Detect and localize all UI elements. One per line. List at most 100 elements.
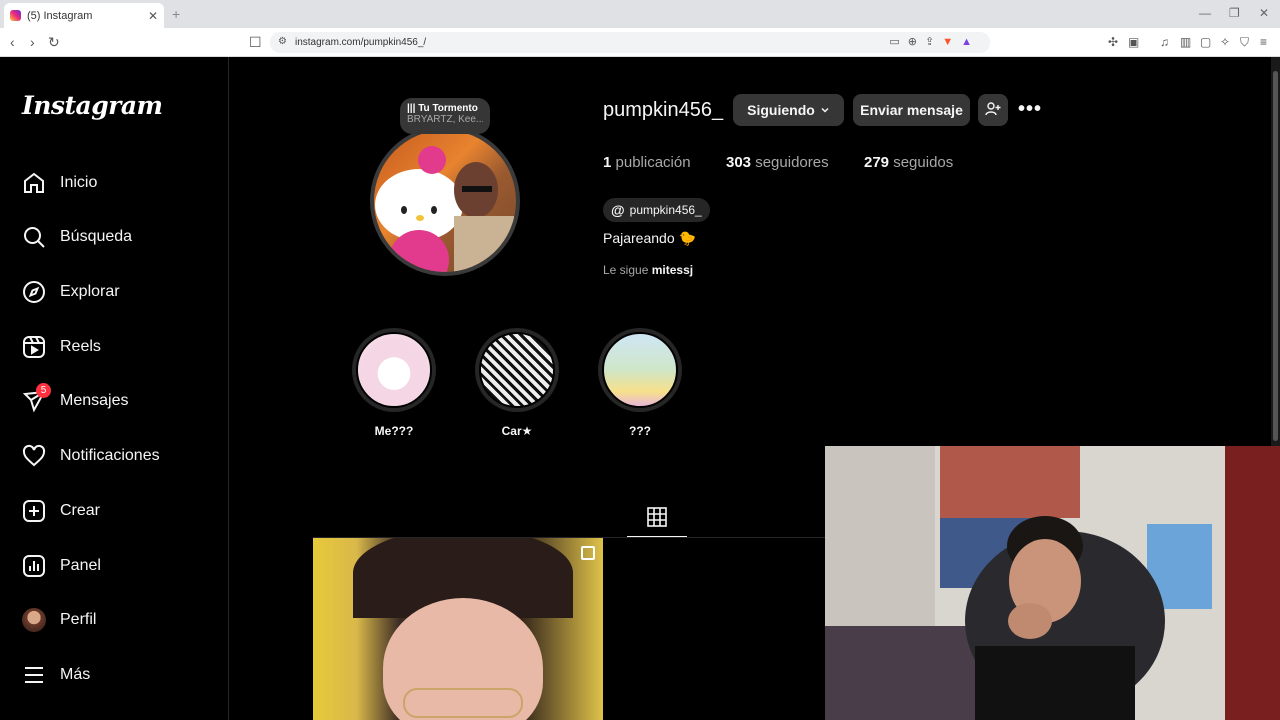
sidebar-item-label: Panel — [60, 557, 101, 574]
followers-stat[interactable]: 303 seguidores — [726, 154, 829, 171]
highlight-item[interactable]: Me??? — [352, 328, 436, 438]
highlight-cover — [479, 332, 555, 408]
sidebar-item-label: Inicio — [60, 174, 98, 191]
tab-title: (5) Instagram — [27, 9, 93, 22]
threads-badge[interactable]: @ pumpkin456_ — [603, 198, 710, 222]
close-window-icon[interactable]: ✕ — [1259, 6, 1269, 20]
extensions-icon[interactable]: ✣ — [1108, 35, 1118, 49]
search-icon — [22, 225, 46, 249]
followers-label: seguidores — [755, 154, 829, 171]
threads-icon: @ — [611, 202, 625, 218]
carousel-icon — [581, 546, 595, 560]
sidebar-toggle-icon[interactable]: ▥ — [1180, 35, 1191, 49]
tab-posts[interactable] — [627, 503, 687, 537]
compass-icon — [22, 280, 46, 304]
add-person-icon — [985, 101, 1001, 120]
profile-avatar[interactable] — [370, 126, 520, 276]
site-info-icon[interactable]: ⚙ — [278, 36, 287, 47]
send-message-label: Enviar mensaje — [860, 102, 963, 118]
minimize-icon[interactable]: — — [1199, 6, 1211, 20]
menu-icon[interactable]: ≡ — [1260, 35, 1267, 49]
highlight-label: Me??? — [374, 424, 414, 438]
highlight-cover — [602, 332, 678, 408]
profile-bio: Pajareando 🐤 — [603, 230, 696, 246]
wallet-icon[interactable]: ▣ — [1128, 35, 1139, 49]
suggested-users-button[interactable] — [978, 94, 1008, 126]
note-subtitle: BRYARTZ, Kee... — [407, 114, 483, 125]
profile-username: pumpkin456_ — [603, 99, 724, 121]
menu-icon — [22, 663, 46, 687]
sidebar: Instagram Inicio Búsqueda Explorar Reels… — [0, 57, 229, 720]
following-button[interactable]: Siguiendo — [733, 94, 844, 126]
profile-note[interactable]: ||| Tu Tormento BRYARTZ, Kee... — [400, 98, 490, 134]
sidebar-item-reels[interactable]: Reels — [22, 332, 101, 362]
dashboard-icon — [22, 554, 46, 578]
new-tab-button[interactable]: + — [172, 6, 180, 22]
url-text: instagram.com/pumpkin456_/ — [295, 37, 427, 48]
close-tab-icon[interactable]: ✕ — [148, 9, 158, 23]
messenger-icon: 5 — [22, 383, 51, 413]
address-bar[interactable]: ⚙ instagram.com/pumpkin456_/ ▭⊕⇪▼▲ — [270, 32, 990, 53]
heart-icon — [22, 444, 46, 468]
following-count: 279 — [864, 154, 890, 171]
bookmark-icon[interactable]: ☐ — [249, 34, 262, 51]
followed-by[interactable]: Le sigue mitessj — [603, 263, 693, 277]
sidebar-item-label: Mensajes — [60, 392, 129, 409]
restore-icon[interactable]: ❐ — [1229, 6, 1240, 20]
page-scrollbar[interactable] — [1271, 57, 1280, 446]
browser-tab-bar: (5) Instagram ✕ + — ❐ ✕ — [0, 0, 1280, 28]
threads-handle: pumpkin456_ — [629, 203, 702, 217]
post-thumbnail[interactable] — [313, 538, 603, 720]
browser-tab[interactable]: (5) Instagram ✕ — [4, 3, 164, 28]
sidebar-item-notifications[interactable]: Notificaciones — [22, 441, 160, 471]
webcam-overlay — [825, 446, 1280, 720]
reload-icon[interactable]: ↻ — [48, 34, 60, 51]
highlight-cover — [356, 332, 432, 408]
highlight-label: ??? — [629, 424, 651, 438]
sidebar-item-profile[interactable]: Perfil — [22, 605, 96, 635]
avatar — [22, 608, 46, 632]
post-photo-glasses — [403, 688, 523, 718]
sidebar-item-label: Más — [60, 666, 91, 683]
note-title: Tu Tormento — [418, 103, 478, 114]
tabs-icon[interactable]: ▢ — [1200, 35, 1211, 49]
ai-icon[interactable]: ✧ — [1220, 35, 1230, 49]
profile-icon-wrap — [22, 608, 46, 632]
instagram-favicon-icon — [10, 10, 21, 21]
highlight-item[interactable]: Car★ — [475, 328, 559, 438]
sidebar-item-label: Explorar — [60, 283, 120, 300]
followed-by-user: mitessj — [651, 263, 694, 277]
highlight-ring — [598, 328, 682, 412]
sidebar-item-label: Búsqueda — [60, 228, 133, 245]
home-icon — [22, 171, 46, 195]
options-icon[interactable]: ••• — [1018, 98, 1042, 121]
posts-count: 1 — [603, 154, 612, 171]
browser-toolbar: ‹ › ↻ ☐ ⚙ instagram.com/pumpkin456_/ ▭⊕⇪… — [0, 28, 1280, 57]
following-stat[interactable]: 279 seguidos — [864, 154, 953, 171]
sidebar-item-label: Notificaciones — [60, 447, 160, 464]
sidebar-item-label: Perfil — [60, 611, 97, 628]
posts-stat: 1 publicación — [603, 154, 691, 171]
scrollbar-thumb[interactable] — [1273, 71, 1278, 441]
sidebar-item-messages[interactable]: 5 Mensajes — [22, 383, 129, 416]
forward-icon[interactable]: › — [30, 34, 35, 50]
back-icon[interactable]: ‹ — [10, 34, 15, 50]
shield-icon[interactable]: ⛉ — [1240, 35, 1249, 50]
music-bars-icon: ||| — [407, 103, 416, 114]
sidebar-item-create[interactable]: Crear — [22, 496, 100, 526]
followers-count: 303 — [726, 154, 752, 171]
sidebar-item-dashboard[interactable]: Panel — [22, 551, 101, 581]
sidebar-item-more[interactable]: Más — [22, 660, 90, 690]
highlight-ring — [352, 328, 436, 412]
music-icon[interactable]: ♫ — [1160, 35, 1169, 49]
messages-badge: 5 — [36, 383, 51, 398]
instagram-logo[interactable]: Instagram — [22, 91, 163, 120]
following-label: seguidos — [893, 154, 954, 171]
highlight-label: Car★ — [501, 424, 533, 438]
sidebar-item-home[interactable]: Inicio — [22, 168, 97, 198]
send-message-button[interactable]: Enviar mensaje — [853, 94, 970, 126]
address-bar-actions-icon[interactable]: ▭⊕⇪▼▲ — [889, 35, 980, 48]
sidebar-item-explore[interactable]: Explorar — [22, 277, 120, 307]
sidebar-item-search[interactable]: Búsqueda — [22, 222, 132, 252]
highlight-item[interactable]: ??? — [598, 328, 682, 438]
